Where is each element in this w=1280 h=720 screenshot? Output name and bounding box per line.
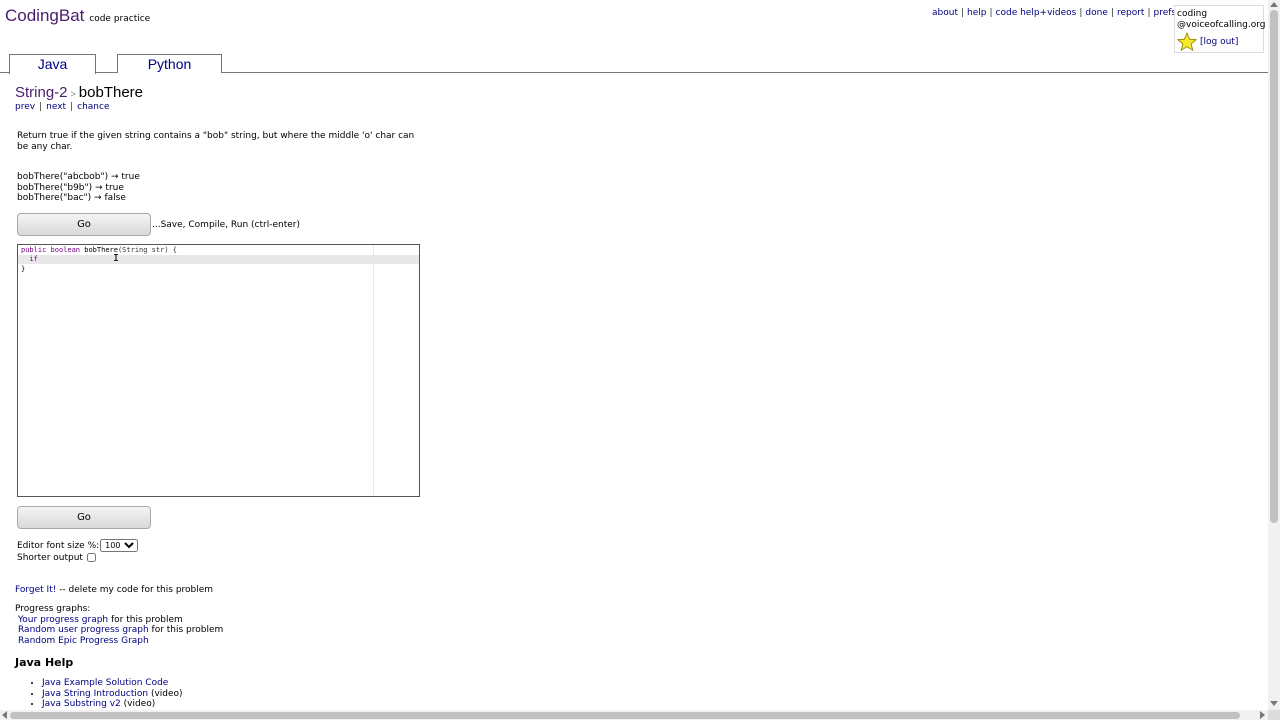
- star-icon: [1177, 32, 1197, 52]
- code-line: public boolean bobThere(String str) {: [21, 246, 177, 254]
- chance-link[interactable]: chance: [77, 102, 109, 112]
- example-line: bobThere("bac") → false: [17, 193, 126, 203]
- breadcrumb: String-2 > bobThere: [15, 84, 143, 101]
- code-editor[interactable]: public boolean bobThere(String str) { if…: [17, 244, 420, 497]
- shorter-output-label: Shorter output: [17, 553, 83, 563]
- brand-tagline: code practice: [89, 14, 151, 24]
- example-line: bobThere("abcbob") → true: [17, 172, 140, 182]
- forget-it: Forget It! -- delete my code for this pr…: [15, 585, 213, 595]
- progress-graphs: Progress graphs: Your progress graph for…: [15, 604, 223, 646]
- java-example-solution-link[interactable]: Java Example Solution Code: [42, 678, 168, 688]
- report-link[interactable]: report: [1117, 8, 1145, 18]
- list-item: Java Example Solution Code: [42, 678, 183, 689]
- shorter-output-option: Shorter output: [17, 553, 96, 563]
- go-hint: ...Save, Compile, Run (ctrl-enter): [152, 220, 300, 230]
- code-line: }: [21, 265, 26, 273]
- tab-java[interactable]: Java: [9, 54, 96, 74]
- horizontal-scrollbar[interactable]: [0, 710, 1268, 720]
- breadcrumb-separator: >: [70, 89, 76, 99]
- page: CodingBat code practice about | help | code …: [0, 0, 1268, 710]
- list-item: Java Substring v2 (video): [42, 699, 183, 710]
- example-line: bobThere("b9b") → true: [17, 182, 124, 193]
- code-help-videos-link[interactable]: code help+videos: [996, 8, 1077, 18]
- user-name: coding: [1177, 9, 1208, 19]
- font-size-option: Editor font size %: 100: [17, 539, 139, 552]
- next-link[interactable]: next: [46, 102, 66, 112]
- code-line: if: [21, 255, 38, 263]
- scroll-down-icon[interactable]: [1270, 701, 1278, 706]
- user-box: coding @voiceofcalling.org [log out]: [1174, 5, 1266, 53]
- problem-nav: prev | next | chance: [15, 102, 110, 112]
- done-link[interactable]: done: [1085, 8, 1107, 18]
- vertical-scroll-thumb[interactable]: [1270, 10, 1278, 523]
- prev-link[interactable]: prev: [15, 102, 35, 112]
- print-margin: [373, 245, 374, 496]
- progress-title: Progress graphs:: [15, 604, 91, 614]
- go-button[interactable]: Go: [17, 213, 151, 236]
- active-line-highlight: [18, 255, 419, 264]
- category-link[interactable]: String-2: [15, 84, 68, 101]
- scroll-right-icon[interactable]: [1260, 711, 1265, 719]
- go-button-bottom[interactable]: Go: [17, 506, 151, 529]
- java-substring-link[interactable]: Java Substring v2: [42, 699, 121, 709]
- about-link[interactable]: about: [932, 8, 958, 18]
- your-progress-link[interactable]: Your progress graph: [18, 615, 108, 625]
- brand-name[interactable]: CodingBat: [5, 6, 84, 25]
- text-cursor-icon: I: [113, 253, 120, 264]
- scroll-up-icon[interactable]: [1270, 2, 1278, 7]
- font-size-select[interactable]: 100: [100, 539, 139, 552]
- horizontal-scroll-thumb[interactable]: [10, 712, 1240, 719]
- logout-link[interactable]: [log out]: [1200, 37, 1238, 48]
- list-item: Your progress graph for this problem: [18, 614, 183, 625]
- forget-it-text: -- delete my code for this problem: [56, 585, 214, 595]
- list-item: Random Epic Progress Graph: [15, 636, 223, 647]
- list-item: Random user progress graph for this prob…: [18, 625, 224, 635]
- random-user-progress-link[interactable]: Random user progress graph: [18, 625, 149, 635]
- forget-it-link[interactable]: Forget It!: [15, 585, 56, 595]
- java-string-intro-link[interactable]: Java String Introduction: [42, 689, 148, 699]
- java-help-title: Java Help: [15, 656, 74, 669]
- list-item: Java String Introduction (video): [42, 689, 183, 700]
- problem-description: Return true if the given string contains…: [17, 131, 415, 152]
- font-size-label: Editor font size %:: [17, 541, 100, 551]
- random-epic-progress-link[interactable]: Random Epic Progress Graph: [18, 636, 149, 646]
- java-help-list: Java Example Solution Code Java String I…: [27, 678, 183, 710]
- problem-title: bobThere: [78, 84, 144, 101]
- shorter-output-checkbox[interactable]: [86, 553, 96, 562]
- prefs-link[interactable]: prefs: [1153, 8, 1176, 18]
- top-nav: about | help | code help+videos | done | report |…: [932, 8, 1177, 18]
- scroll-left-icon[interactable]: [2, 711, 7, 719]
- scrollbar-corner: [1268, 710, 1280, 720]
- tab-python[interactable]: Python: [117, 54, 222, 73]
- user-domain: @voiceofcalling.org: [1177, 20, 1266, 30]
- vertical-scrollbar[interactable]: [1268, 0, 1280, 710]
- examples: bobThere("abcbob") → true bobThere("b9b"…: [17, 172, 140, 204]
- help-link[interactable]: help: [967, 8, 986, 18]
- logo[interactable]: CodingBat code practice: [5, 6, 150, 26]
